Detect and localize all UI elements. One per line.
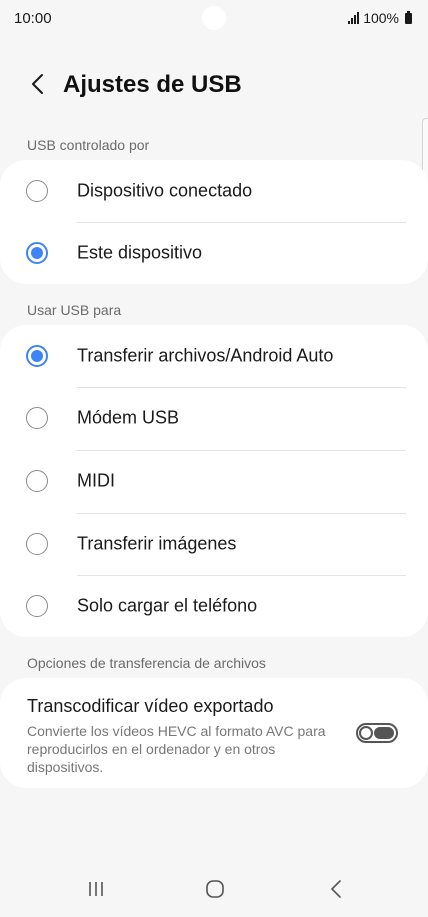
home-icon: [206, 880, 224, 898]
battery-level: 100%: [363, 10, 399, 26]
radio-button-selected[interactable]: [26, 242, 48, 264]
status-time: 10:00: [14, 10, 52, 27]
transcode-video-card[interactable]: Transcodificar vídeo exportado Convierte…: [0, 678, 428, 788]
option-label: Transferir imágenes: [77, 533, 237, 554]
battery-icon: [405, 10, 412, 24]
option-label: MIDI: [77, 470, 115, 491]
option-transfer-images[interactable]: Transferir imágenes: [0, 513, 428, 575]
recents-icon: [89, 882, 103, 896]
option-this-device[interactable]: Este dispositivo: [0, 222, 428, 284]
section-label-file-transfer-options: Opciones de transferencia de archivos: [27, 655, 266, 671]
chevron-left-icon: [32, 74, 43, 94]
radio-button[interactable]: [26, 533, 48, 555]
use-usb-for-card: Transferir archivos/Android Auto Módem U…: [0, 325, 428, 637]
option-usb-modem[interactable]: Módem USB: [0, 387, 428, 449]
option-label: Dispositivo conectado: [77, 180, 253, 201]
usb-controlled-by-card: Dispositivo conectado Este dispositivo: [0, 160, 428, 284]
recents-button[interactable]: [76, 875, 116, 903]
camera-cutout: [202, 6, 226, 30]
nav-back-button[interactable]: [316, 875, 356, 903]
signal-icon: [348, 12, 360, 24]
option-midi[interactable]: MIDI: [0, 450, 428, 512]
page-title: Ajustes de USB: [63, 71, 242, 98]
transcode-toggle[interactable]: [356, 723, 398, 743]
radio-button[interactable]: [26, 470, 48, 492]
section-label-usb-controlled-by: USB controlado por: [27, 137, 150, 153]
status-bar: 10:00 100%: [0, 0, 428, 38]
section-label-use-usb-for: Usar USB para: [27, 302, 122, 318]
home-button[interactable]: [195, 875, 235, 903]
radio-button[interactable]: [26, 407, 48, 429]
option-label: Transferir archivos/Android Auto: [77, 345, 334, 366]
option-charge-only[interactable]: Solo cargar el teléfono: [0, 575, 428, 637]
option-label: Este dispositivo: [77, 242, 203, 263]
option-transfer-files[interactable]: Transferir archivos/Android Auto: [0, 325, 428, 387]
radio-button-selected[interactable]: [26, 345, 48, 367]
option-label: Módem USB: [77, 407, 180, 428]
option-label: Solo cargar el teléfono: [77, 595, 258, 616]
radio-button[interactable]: [26, 595, 48, 617]
transcode-title: Transcodificar vídeo exportado: [27, 696, 274, 716]
status-indicators: 100%: [348, 10, 412, 26]
back-icon: [331, 880, 341, 898]
navigation-bar: [0, 861, 428, 917]
radio-button[interactable]: [26, 180, 48, 202]
option-connected-device[interactable]: Dispositivo conectado: [0, 160, 428, 222]
app-header: Ajustes de USB: [0, 62, 428, 106]
back-button[interactable]: [20, 66, 56, 102]
transcode-description: Convierte los vídeos HEVC al formato AVC…: [27, 723, 326, 775]
toggle-knob: [359, 726, 373, 740]
